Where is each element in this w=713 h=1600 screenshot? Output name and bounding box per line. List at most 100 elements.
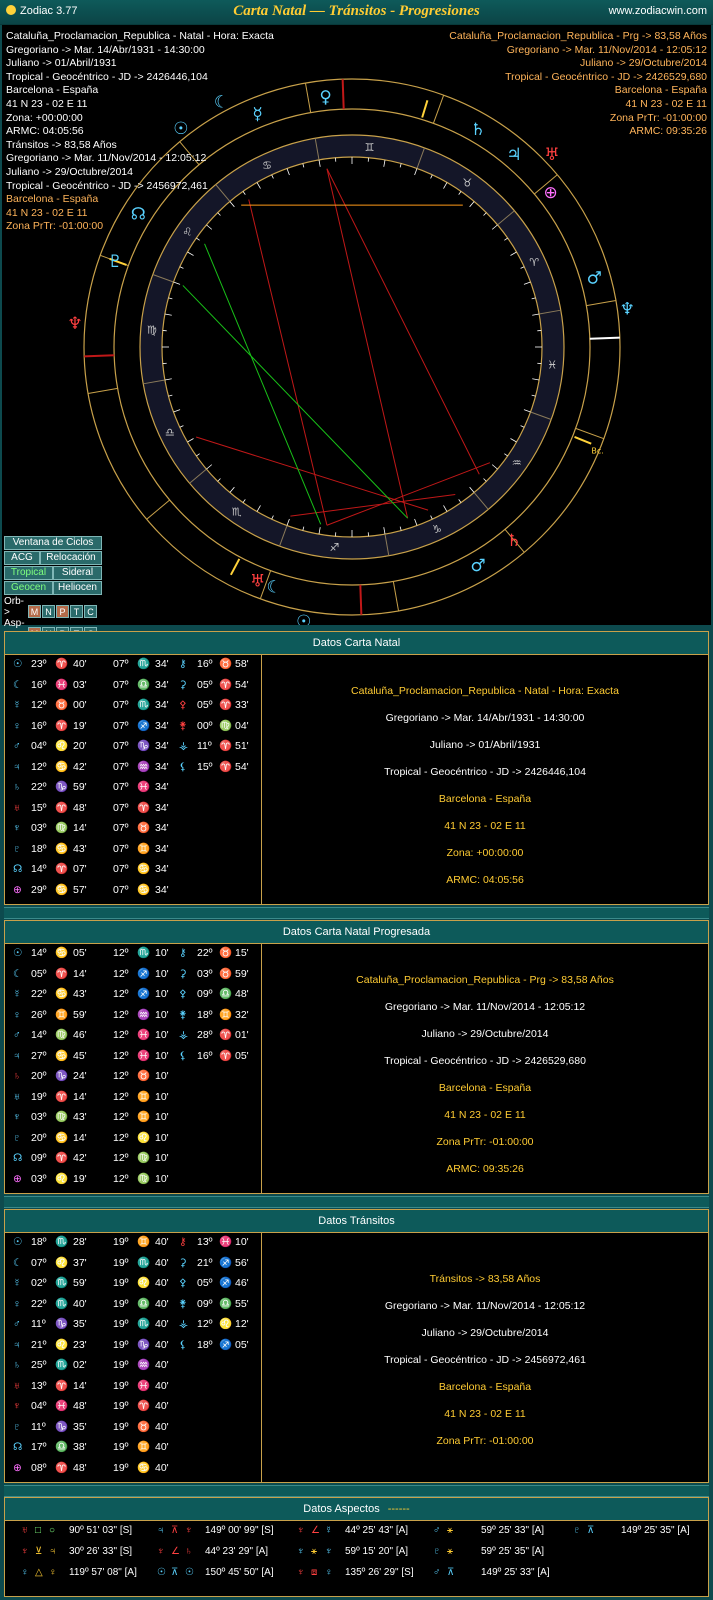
house-sign-icon: ♓ <box>137 1379 151 1392</box>
sign-glyph-icon: ♈ <box>55 1152 69 1164</box>
asteroid-sign-icon: ♉ <box>219 658 233 670</box>
info-line: Tropical - Geocéntrico - JD -> 2456972,4… <box>384 1354 586 1366</box>
asteroid-sign-icon: ♉ <box>219 967 233 980</box>
house-minute: 40' <box>155 1256 169 1269</box>
aspect-value: 30º 26' 33" [S] <box>69 1546 133 1557</box>
planet-degree: 25º <box>31 1359 47 1371</box>
planet-degree: 09º <box>31 1152 47 1164</box>
planet-degree: 03º <box>31 1111 47 1123</box>
toggle-c-button[interactable]: C <box>84 605 97 618</box>
planet-degree: 20º <box>31 1070 47 1082</box>
sign-glyph-icon: ♈ <box>55 1379 69 1392</box>
asteroid-glyph-icon: ⚸ <box>179 1049 187 1062</box>
house-degree: 19º <box>113 1379 129 1392</box>
house-sign-icon: ♊ <box>137 1090 151 1103</box>
orb-toggle-row: Orb-> M N P T C <box>4 596 104 618</box>
house-minute: 10' <box>155 1049 169 1062</box>
planet-degree: 19º <box>31 1090 47 1103</box>
relocacion-button[interactable]: Relocación <box>40 551 102 565</box>
tropical-button[interactable]: Tropical <box>4 566 53 580</box>
sign-glyph-icon: ♈ <box>55 658 69 670</box>
house-sign-icon: ♐ <box>137 719 151 732</box>
ventana-ciclos-button[interactable]: Ventana de Ciclos <box>4 536 102 550</box>
house-degree: 19º <box>113 1318 129 1330</box>
house-sign-icon: ♓ <box>137 781 151 793</box>
progressed-positions-table: ☉ 14º ♋ 05' 12º ♏ 10' ⚷ 22º ♉ 15' ☾ 05º ♈ 14' 12º ♐ 10' ⚳ 0… <box>5 943 262 1194</box>
sign-glyph-icon: ♍ <box>55 1111 69 1123</box>
planet-glyph-icon: ☊ <box>13 863 23 875</box>
asteroid-sign-icon: ♎ <box>219 988 233 1000</box>
house-sign-icon: ♈ <box>137 1400 151 1412</box>
planet-glyph-icon: ♃ <box>13 1338 21 1351</box>
separator-strip <box>4 907 709 919</box>
zodiac-sign-icon: ♏ <box>232 506 242 519</box>
toggle-m-button[interactable]: M <box>28 605 41 618</box>
planet-degree: 04º <box>31 1400 47 1412</box>
heliocen-button[interactable]: Heliocen <box>53 581 102 595</box>
house-minute: 34' <box>155 760 169 773</box>
planet-glyph-icon: ☉ <box>13 658 23 670</box>
planet-minute: 23' <box>73 1338 87 1351</box>
table-row: ♄ 25º ♏ 02' 19º ♒ 40' <box>5 1355 261 1376</box>
house-sign-icon: ♎ <box>137 1297 151 1310</box>
planet-minute: 05' <box>73 947 87 959</box>
transits-info: Tránsitos -> 83,58 Años Gregoriano -> Mar… <box>262 1266 708 1455</box>
planet-degree: 08º <box>31 1461 47 1474</box>
planet-minute: 46' <box>73 1029 87 1041</box>
table-row: ♂ 14º ♍ 46' 12º ♓ 10' ⚶ 28º ♈ 01' <box>5 1025 261 1046</box>
house-sign-icon: ♒ <box>137 1359 151 1371</box>
aspects-panel-title: Datos Aspectos ------ <box>5 1498 708 1521</box>
asteroid-glyph-icon: ⚶ <box>179 1318 188 1330</box>
table-row: ☾ 07º ♌ 37' 19º ♏ 40' ⚳ 21º ♐ 56' <box>5 1253 261 1274</box>
progressed-panel-title: Datos Carta Natal Progresada <box>5 921 708 944</box>
info-line: 41 N 23 - 02 E 11 <box>444 1408 526 1420</box>
asteroid-sign-icon: ♎ <box>219 1297 233 1310</box>
node-marker <box>574 435 592 445</box>
transit-info-left: Cataluña_Proclamacion_Republica - Natal … <box>6 30 274 234</box>
sign-glyph-icon: ♋ <box>55 842 69 855</box>
aspect-type-icon: ∠ <box>311 1525 320 1536</box>
planet-degree: 18º <box>31 1236 47 1248</box>
planet-glyph-icon: ♀ <box>319 87 331 107</box>
toggle-n-button[interactable]: N <box>42 605 55 618</box>
acg-button[interactable]: ACG <box>4 551 40 565</box>
planet-glyph-icon: ♄ <box>13 1359 21 1371</box>
planet-glyph-icon: ♂ <box>470 556 485 576</box>
toggle-p-button[interactable]: P <box>56 605 69 618</box>
sign-glyph-icon: ♍ <box>55 1029 69 1041</box>
aspect-planet-b-icon: ○ <box>49 1525 56 1536</box>
house-minute: 34' <box>155 801 169 814</box>
planet-glyph-icon: ⊕ <box>543 183 557 203</box>
house-degree: 19º <box>113 1420 129 1433</box>
aspect-value: 119º 57' 08" [A] <box>69 1567 137 1578</box>
house-degree: 07º <box>113 719 129 732</box>
asteroid-glyph-icon: ⚶ <box>179 1029 188 1041</box>
zodiac-sign-icon: ♑ <box>432 523 442 536</box>
house-degree: 07º <box>113 678 129 691</box>
table-row: ☊ 17º ♎ 38' 19º ♊ 40' <box>5 1437 261 1458</box>
separator-strip <box>4 1485 709 1497</box>
house-minute: 40' <box>155 1461 169 1474</box>
aspect-planet-a-icon: ♇ <box>573 1525 581 1536</box>
asteroid-minute: 54' <box>235 760 249 773</box>
house-minute: 40' <box>155 1379 169 1392</box>
website-url[interactable]: www.zodiacwin.com <box>609 5 707 17</box>
house-degree: 12º <box>113 1131 129 1144</box>
aspect-value: 149º 25' 35" [A] <box>621 1525 690 1536</box>
sign-glyph-icon: ♋ <box>55 1131 69 1144</box>
planet-glyph-icon: ♇ <box>108 252 123 272</box>
asteroid-sign-icon: ♈ <box>219 1049 233 1062</box>
asteroid-glyph-icon: ⚳ <box>179 1256 187 1269</box>
toggle-t-button[interactable]: T <box>70 605 83 618</box>
asteroid-sign-icon: ♈ <box>219 699 233 711</box>
sideral-button[interactable]: Sideral <box>53 566 102 580</box>
asteroid-sign-icon: ♈ <box>219 678 233 691</box>
node-marker <box>229 558 241 576</box>
sign-glyph-icon: ♋ <box>55 988 69 1000</box>
sign-glyph-icon: ♓ <box>55 678 69 691</box>
planet-degree: 22º <box>31 781 47 793</box>
geocen-button[interactable]: Geocen <box>4 581 53 595</box>
planet-minute: 45' <box>73 1049 87 1062</box>
info-line: Gregoriano -> Mar. 11/Nov/2014 - 12:05:1… <box>6 152 207 165</box>
planet-glyph-icon: ☉ <box>13 1236 23 1248</box>
